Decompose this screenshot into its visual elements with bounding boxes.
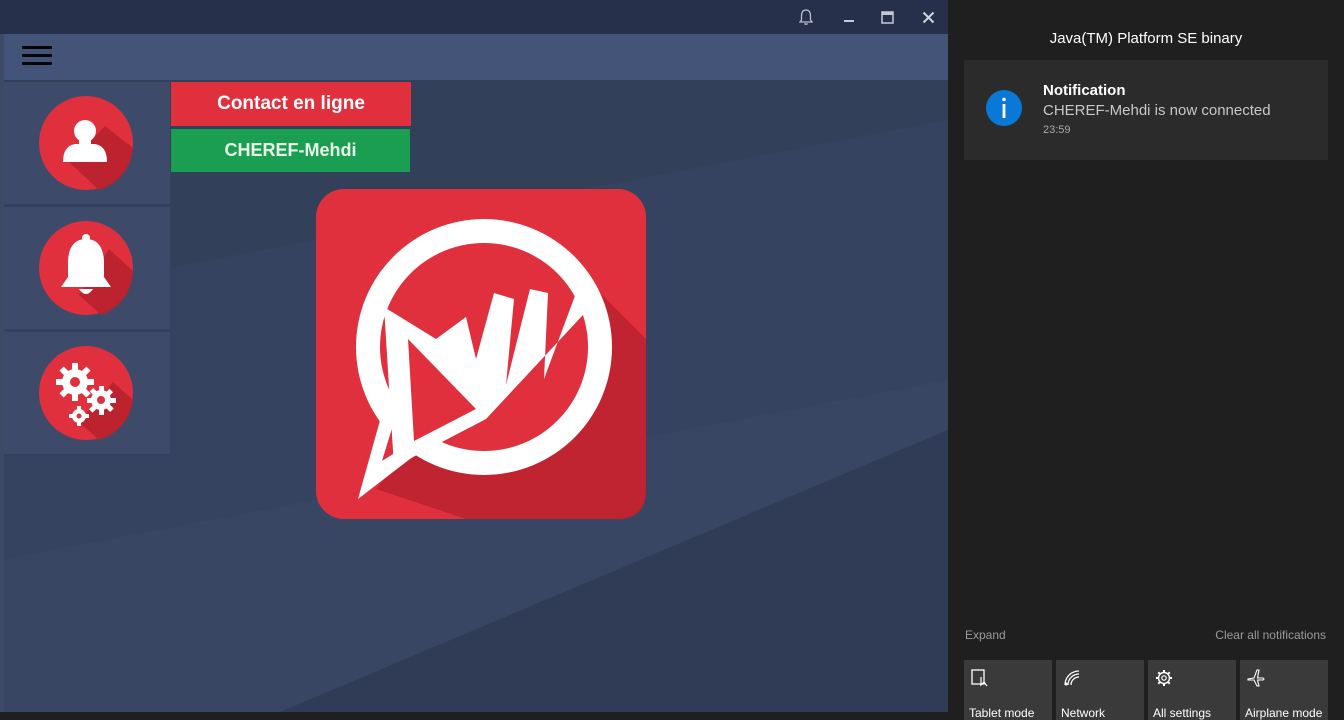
- bell-icon[interactable]: [787, 0, 825, 34]
- app-header: [4, 34, 948, 80]
- tablet-mode-icon: [971, 669, 988, 687]
- hamburger-menu-icon[interactable]: [22, 44, 54, 70]
- minimize-icon[interactable]: [830, 0, 868, 34]
- quick-action-network[interactable]: Network: [1056, 660, 1144, 720]
- chat-logo-icon: [316, 189, 646, 519]
- sidebar-item-settings[interactable]: [4, 332, 170, 456]
- quick-action-label: Tablet mode: [969, 706, 1035, 720]
- notification-app-title: Java(TM) Platform SE binary: [1049, 30, 1243, 47]
- quick-action-label: Airplane mode: [1245, 706, 1323, 720]
- info-icon: [986, 90, 1022, 126]
- quick-action-label: All settings: [1153, 706, 1212, 720]
- close-icon[interactable]: [909, 0, 947, 34]
- notification-body: CHEREF-Mehdi is now connected: [1043, 102, 1271, 119]
- contact-online-button[interactable]: Contact en ligne: [171, 82, 411, 126]
- quick-action-airplane-mode[interactable]: Airplane mode: [1240, 660, 1328, 720]
- notification-card[interactable]: Notification CHEREF-Mehdi is now connect…: [964, 60, 1328, 160]
- connected-user-item[interactable]: CHEREF-Mehdi: [171, 129, 410, 172]
- sidebar-item-notifications[interactable]: [4, 207, 170, 331]
- app-window: Contact en ligne CHEREF-Mehdi: [0, 0, 948, 712]
- action-center-panel: Java(TM) Platform SE binary Notification…: [948, 0, 1344, 720]
- expand-link[interactable]: Expand: [965, 628, 1006, 642]
- sidebar-item-contacts[interactable]: [4, 82, 170, 206]
- clear-all-notifications-link[interactable]: Clear all notifications: [1215, 628, 1326, 642]
- quick-action-all-settings[interactable]: All settings: [1148, 660, 1236, 720]
- maximize-icon[interactable]: [868, 0, 906, 34]
- notification-title: Notification: [1043, 82, 1126, 99]
- gears-icon: [39, 346, 133, 440]
- user-icon: [39, 96, 133, 190]
- airplane-icon: [1247, 669, 1265, 687]
- settings-icon: [1156, 670, 1172, 686]
- title-bar: [0, 0, 948, 34]
- notification-time: 23:59: [1043, 124, 1071, 136]
- quick-action-label: Network: [1061, 706, 1106, 720]
- bell-icon: [39, 221, 133, 315]
- network-icon: [1064, 670, 1080, 686]
- quick-action-tablet-mode[interactable]: Tablet mode: [964, 660, 1052, 720]
